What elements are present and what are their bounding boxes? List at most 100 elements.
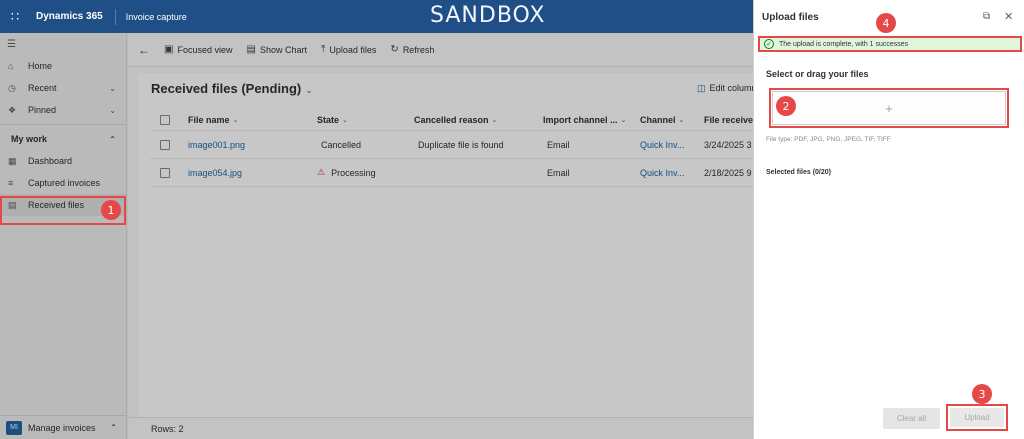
upload-files-button[interactable]: ⤒ Upload files — [321, 44, 376, 55]
nav-item-label: Captured invoices — [28, 178, 101, 188]
focused-view-icon: ▣ — [164, 44, 174, 55]
column-header-file-received[interactable]: File received — [704, 109, 753, 130]
column-header-state[interactable]: State ⌄ — [317, 109, 348, 130]
callout-badge: 3 — [972, 384, 992, 404]
nav-divider — [0, 124, 126, 125]
success-message: The upload is complete, with 1 successes — [779, 40, 909, 48]
panel-title: Upload files — [762, 12, 819, 23]
row-checkbox[interactable] — [160, 139, 170, 150]
expand-icon[interactable]: ⧉ — [983, 11, 990, 22]
environment-label: SANDBOX — [430, 3, 546, 28]
nav-item-dashboard[interactable]: ▦ Dashboard — [0, 150, 126, 172]
nav-item-pinned[interactable]: ❖ Pinned ⌄ — [0, 99, 126, 121]
edit-columns-label: Edit columns — [709, 83, 755, 93]
state-label: Processing — [331, 167, 376, 178]
refresh-button[interactable]: ↻ Refresh — [390, 44, 434, 55]
table-row[interactable]: image054.jpg ⚠ Processing Email Quick Inv… — [150, 159, 753, 187]
select-all-checkbox[interactable] — [160, 114, 170, 125]
file-types-hint: File type: PDF, JPG, PNG, JPEG, TIF, TIF… — [766, 136, 891, 143]
file-name-link[interactable]: image001.png — [188, 131, 245, 158]
column-header-label: File received — [704, 114, 753, 125]
view-selector[interactable]: Received files (Pending) ⌄ — [151, 81, 313, 96]
chevron-down-icon[interactable]: ⌄ — [305, 85, 313, 95]
chevron-down-icon[interactable]: ⌄ — [109, 106, 116, 115]
column-header-channel[interactable]: Channel ⌄ — [640, 109, 684, 130]
area-label: Manage invoices — [28, 422, 96, 433]
nav-section-title: My work — [11, 134, 48, 144]
clear-all-button[interactable]: Clear all — [883, 408, 940, 429]
grid-container: Received files (Pending)⌄ ◫Edit columns … — [138, 73, 755, 428]
chevron-down-icon: ⌄ — [491, 116, 498, 124]
nav-item-captured-invoices[interactable]: ≡ Captured invoices — [0, 172, 126, 194]
nav-item-label: Home — [28, 61, 53, 71]
refresh-label: Refresh — [402, 44, 435, 55]
waffle-icon[interactable]: ∷ — [0, 9, 30, 25]
channel-link[interactable]: Quick Inv... — [640, 159, 684, 186]
row-select-cell[interactable] — [160, 159, 170, 186]
show-chart-button[interactable]: ▤ Show Chart — [246, 44, 306, 55]
callout-badge: 4 — [876, 13, 896, 33]
clock-icon: ◷ — [8, 82, 16, 93]
select-all-cell[interactable] — [160, 109, 170, 130]
edit-columns-button[interactable]: ◫Edit columns — [697, 83, 755, 94]
upload-button[interactable]: Upload — [950, 408, 1004, 427]
callout-badge: 2 — [776, 96, 796, 116]
columns-icon: ◫ — [697, 83, 706, 93]
column-header-label: State — [317, 114, 340, 125]
refresh-icon: ↻ — [390, 44, 399, 55]
grid-header-row: File name ⌄ State ⌄ Cancelled reason ⌄ Impo… — [150, 109, 753, 131]
chevron-down-icon: ⌄ — [678, 116, 685, 124]
file-dropzone[interactable]: + — [769, 88, 1009, 128]
column-header-label: Channel — [640, 114, 676, 125]
pin-icon: ❖ — [8, 104, 17, 115]
callout-badge: 1 — [101, 200, 121, 220]
back-arrow-icon[interactable]: ← — [138, 43, 150, 57]
command-bar: ← ▣ Focused view ▤ Show Chart ⤒ Upload f… — [128, 33, 753, 67]
row-select-cell[interactable] — [160, 131, 170, 158]
channel-link[interactable]: Quick Inv... — [640, 131, 684, 158]
chevron-down-icon[interactable]: ⌄ — [109, 84, 116, 93]
column-header-import-channel[interactable]: Import channel ... ⌄ — [543, 109, 626, 130]
upload-files-label: Upload files — [329, 44, 377, 55]
column-header-file-name[interactable]: File name ⌄ — [188, 109, 238, 130]
file-name-link[interactable]: image054.jpg — [188, 159, 242, 186]
checkmark-icon: ✓ — [764, 39, 774, 49]
upload-button-highlight: Upload — [946, 404, 1008, 431]
file-received-cell: 3/24/2025 3 — [704, 139, 752, 150]
focused-view-button[interactable]: ▣ Focused view — [164, 44, 232, 55]
home-icon: ⌂ — [8, 61, 14, 71]
success-message-bar: ✓ The upload is complete, with 1 success… — [758, 36, 1022, 52]
nav-item-label: Recent — [28, 83, 57, 93]
state-cell: Cancelled — [321, 139, 362, 150]
area-switcher[interactable]: MI Manage invoices ⌃ — [0, 415, 127, 439]
nav-section-my-work[interactable]: My work ⌃ — [0, 128, 126, 150]
nav-item-home[interactable]: ⌂ Home — [0, 55, 126, 77]
chart-icon: ▤ — [246, 44, 256, 55]
nav-item-label: Dashboard — [28, 156, 73, 166]
area-name: Invoice capture — [125, 11, 187, 22]
nav-item-recent[interactable]: ◷ Recent ⌄ — [0, 77, 126, 99]
file-received-cell: 2/18/2025 9 — [704, 167, 752, 178]
row-checkbox[interactable] — [160, 167, 170, 178]
show-chart-label: Show Chart — [259, 44, 307, 55]
chevron-down-icon: ⌄ — [232, 116, 239, 124]
nav-item-label: Pinned — [28, 105, 57, 115]
rows-count: Rows: 2 — [128, 417, 753, 439]
list-icon: ≡ — [8, 178, 14, 188]
table-row[interactable]: image001.png Cancelled Duplicate file is… — [150, 131, 753, 159]
chevron-down-icon: ⌄ — [342, 116, 348, 124]
cancelled-reason-cell: Duplicate file is found — [418, 139, 504, 150]
dashboard-icon: ▦ — [8, 155, 17, 166]
column-header-label: Cancelled reason — [414, 114, 489, 125]
import-channel-cell: Email — [547, 167, 570, 178]
select-files-title: Select or drag your files — [766, 69, 869, 79]
left-navigation: ☰ ⌂ Home ◷ Recent ⌄ ❖ Pinned ⌄ My work ⌃… — [0, 33, 127, 439]
app-name[interactable]: Dynamics 365 — [30, 8, 116, 25]
close-icon[interactable]: ✕ — [1004, 10, 1013, 23]
chevron-up-icon[interactable]: ⌃ — [109, 135, 116, 144]
area-badge: MI — [6, 420, 22, 435]
hamburger-icon[interactable]: ☰ — [0, 33, 126, 55]
column-header-cancelled-reason[interactable]: Cancelled reason ⌄ — [414, 109, 497, 130]
upload-icon: ⤒ — [320, 44, 326, 55]
state-cell: ⚠ Processing — [317, 159, 376, 186]
